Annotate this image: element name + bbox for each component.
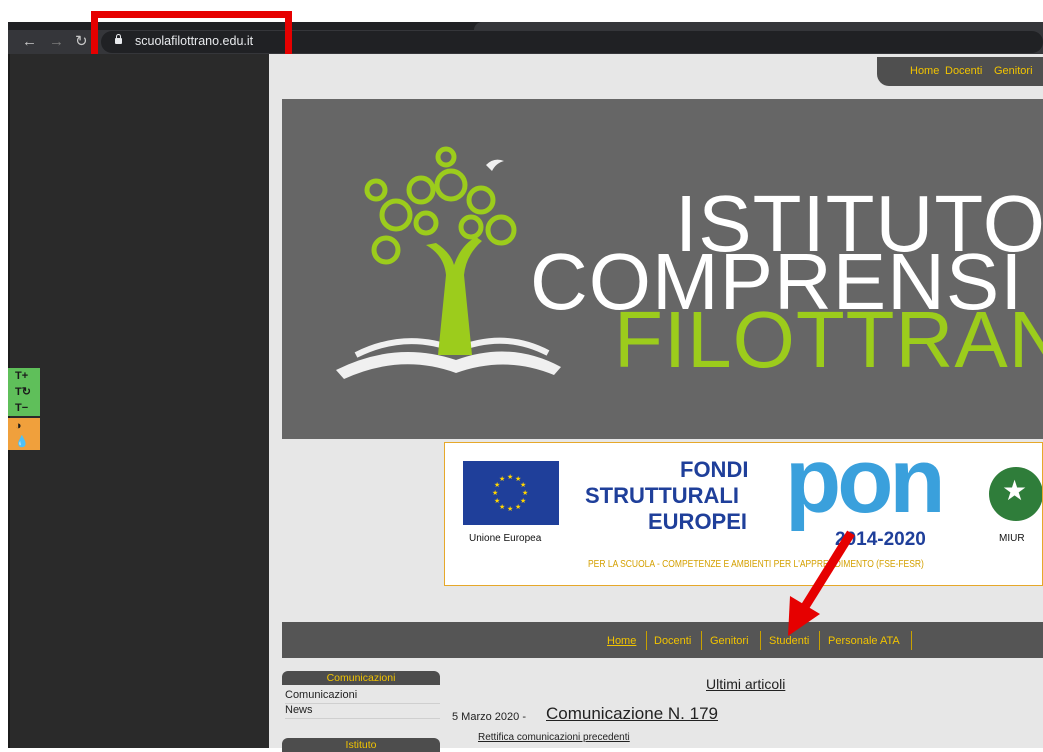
main-nav-studenti[interactable]: Studenti: [769, 635, 809, 647]
contrast-button[interactable]: ◑: [8, 418, 40, 434]
sidebar-box-title-istituto: Istituto: [282, 738, 440, 752]
grayscale-button[interactable]: 💧: [8, 434, 40, 450]
svg-text:★: ★: [499, 475, 505, 483]
top-nav-genitori[interactable]: Genitori: [994, 65, 1033, 77]
arrow-right-icon[interactable]: →: [49, 32, 64, 52]
main-nav: Home Docenti Genitori Studenti Personale…: [282, 622, 1043, 658]
star-icon: ★: [1002, 474, 1028, 507]
article-title[interactable]: Comunicazione N. 179: [546, 704, 718, 724]
pon-footer: PER LA SCUOLA - COMPETENZE E AMBIENTI PE…: [588, 559, 924, 570]
nav-separator: [819, 631, 820, 650]
fondi-line-1: FONDI: [680, 457, 749, 482]
nav-separator: [760, 631, 761, 650]
eu-stars-icon: ★ ★★★ ★★★★ ★★★★: [492, 473, 528, 513]
main-nav-docenti[interactable]: Docenti: [654, 635, 691, 647]
school-banner: ISTITUTO COMPRENSI FILOTTRAN: [282, 99, 1043, 439]
font-reset-button[interactable]: T↻: [8, 384, 40, 400]
pon-logo-text: pon: [785, 442, 946, 532]
top-nav-home[interactable]: Home: [910, 65, 939, 77]
svg-text:★: ★: [515, 503, 521, 511]
pon-years: 2014-2020: [835, 529, 926, 550]
svg-text:★: ★: [507, 505, 513, 513]
miur-emblem: ★: [989, 467, 1042, 521]
eu-flag: ★ ★ ★ ★ ★ ★ ★ ★ ★ ★ ★ ★: [463, 461, 559, 525]
font-increase-button[interactable]: T+: [8, 368, 40, 384]
main-nav-personale-ata[interactable]: Personale ATA: [828, 635, 900, 647]
top-nav: Home Docenti Genitori: [877, 57, 1043, 86]
articles-heading[interactable]: Ultimi articoli: [706, 676, 785, 692]
top-nav-docenti[interactable]: Docenti: [945, 65, 982, 77]
reload-icon[interactable]: ↻: [75, 32, 88, 52]
arrow-left-icon[interactable]: ←: [22, 32, 37, 52]
sidebar-link-news[interactable]: News: [285, 704, 440, 719]
main-nav-genitori[interactable]: Genitori: [710, 635, 749, 647]
accessibility-toolbar: T+ T↻ T− ◑ 💧: [8, 368, 40, 468]
nav-separator: [911, 631, 912, 650]
nav-separator: [646, 631, 647, 650]
svg-text:★: ★: [522, 489, 528, 497]
article-subtitle[interactable]: Rettifica comunicazioni precedenti: [478, 732, 630, 743]
article-date: 5 Marzo 2020 -: [452, 711, 526, 723]
fondi-line-2: STRUTTURALI: [585, 483, 739, 508]
banner-title-line-3: FILOTTRAN: [614, 295, 1043, 384]
dark-side-panel: [8, 54, 269, 748]
sidebar-box-title-comunicazioni: Comunicazioni: [282, 671, 440, 685]
pon-banner[interactable]: ★ ★ ★ ★ ★ ★ ★ ★ ★ ★ ★ ★ Unione Europea FONDI STRU…: [444, 442, 1043, 586]
fondi-line-3: EUROPEI: [648, 509, 748, 534]
sidebar-link-comunicazioni[interactable]: Comunicazioni: [285, 689, 440, 704]
svg-text:★: ★: [494, 497, 500, 505]
font-decrease-button[interactable]: T−: [8, 400, 40, 416]
miur-label: MIUR: [999, 533, 1025, 544]
main-nav-home[interactable]: Home: [607, 635, 636, 647]
svg-text:★: ★: [492, 489, 498, 497]
svg-text:★: ★: [520, 481, 526, 489]
eu-label: Unione Europea: [469, 533, 542, 544]
svg-text:★: ★: [507, 473, 513, 481]
nav-separator: [701, 631, 702, 650]
